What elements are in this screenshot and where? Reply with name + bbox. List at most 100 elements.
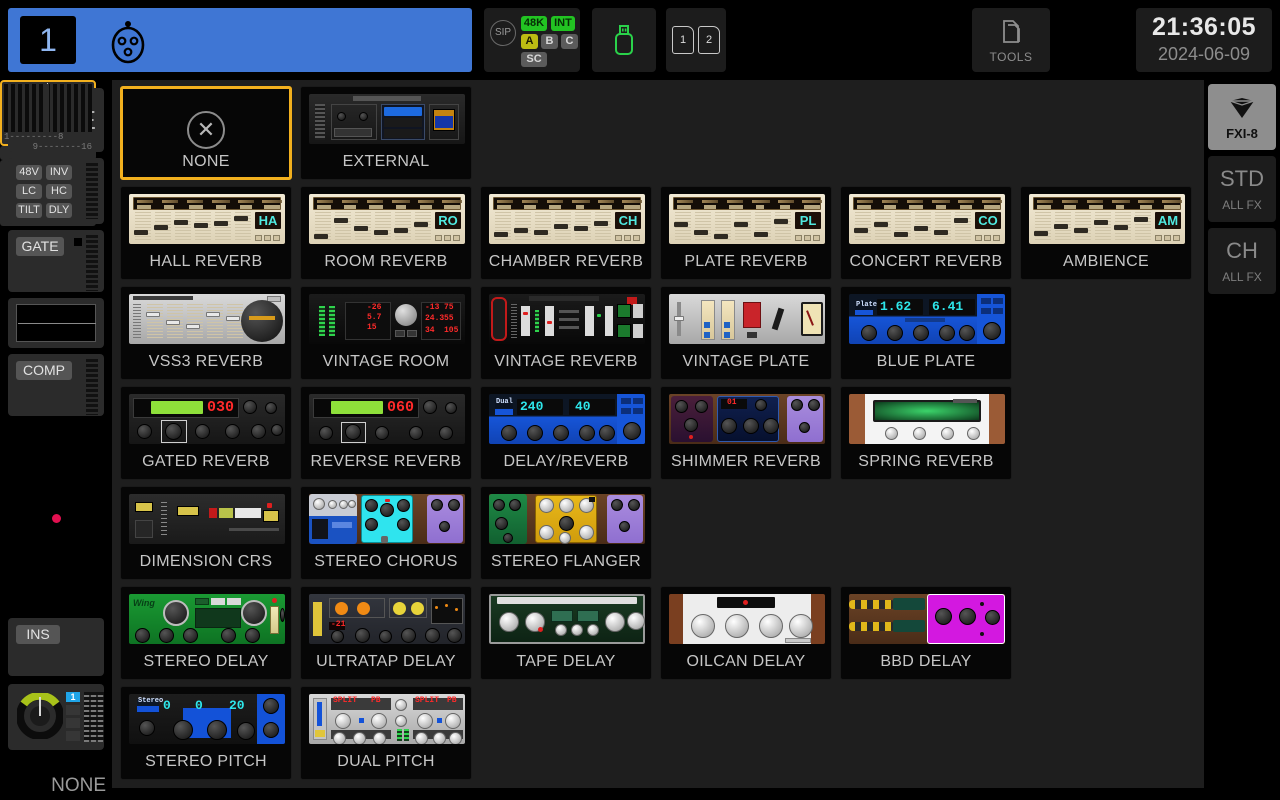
tilt-button[interactable]: TILT	[16, 203, 42, 218]
fx-thumbnail-gated-reverb: 030	[129, 394, 285, 444]
fx-tile-oilcan-delay[interactable]: OILCAN DELAY	[660, 586, 832, 680]
fx-tile-stereo-delay[interactable]: Wing	[120, 586, 292, 680]
gate-section[interactable]: GATE	[8, 230, 104, 292]
fx-thumb-badge: PL	[795, 212, 821, 229]
fx-tile-label: OILCAN DELAY	[661, 653, 831, 671]
fx-tile-none[interactable]: ✕ NONE	[120, 86, 292, 180]
gate-button[interactable]: GATE	[16, 237, 64, 256]
fx-thumbnail-vintage-room: -26 5.7 15 -13 75 24.3 55 34 105	[309, 294, 465, 344]
sample-rate-badge: 48K	[521, 16, 547, 31]
fx-tile-ultratap-delay[interactable]: -21 ULTRATAP DELAY	[300, 586, 472, 680]
fx-row-5: DIMENSION CRS	[120, 486, 1200, 586]
insert-button[interactable]: INS	[16, 625, 60, 644]
fx-thumbnail-vintage-plate	[669, 294, 825, 344]
phantom-48v-button[interactable]: 48V	[16, 165, 42, 180]
fx-tile-dual-pitch[interactable]: SPLIT PB SPLIT	[300, 686, 472, 780]
fx-thumb-value: 1.62	[880, 299, 911, 314]
layer-a-button[interactable]: A	[521, 34, 538, 49]
fx-thumb-badge: CO	[975, 212, 1001, 229]
meter-scale-left: 1---------8	[4, 132, 63, 142]
fx-tile-label: HALL REVERB	[121, 253, 291, 271]
sd-cards-panel[interactable]: 1 2	[666, 8, 726, 72]
fx-tile-stereo-chorus[interactable]: STEREO CHORUS	[300, 486, 472, 580]
gate-meter	[86, 235, 98, 291]
fx-thumb-value: 0	[195, 698, 203, 713]
fx-tile-label: DELAY/REVERB	[481, 453, 651, 471]
usb-button[interactable]	[592, 8, 656, 72]
sd-card-1[interactable]: 1	[672, 26, 694, 54]
preamp-section[interactable]: 48V INV LC HC TILT DLY	[8, 158, 104, 224]
fx-thumbnail-external	[309, 94, 465, 144]
compressor-section[interactable]: COMP	[8, 354, 104, 416]
sidechain-button[interactable]: SC	[521, 52, 547, 67]
fx-tile-external[interactable]: EXTERNAL	[300, 86, 472, 180]
layer-c-button[interactable]: C	[561, 34, 578, 49]
sd-card-2[interactable]: 2	[698, 26, 720, 54]
fx-tile-reverse-reverb[interactable]: 060 REVERSE REVERB	[300, 386, 472, 480]
fx-tile-dimension-crs[interactable]: DIMENSION CRS	[120, 486, 292, 580]
fx-thumb-value: 6.41	[932, 299, 963, 314]
dynamics-graph-section[interactable]	[8, 298, 104, 348]
pan-knob[interactable]	[17, 693, 63, 739]
clock-panel[interactable]: 21:36:05 2024-06-09	[1136, 8, 1272, 72]
fx-thumbnail-room-reverb: RO	[309, 194, 465, 244]
fx-tile-gated-reverb[interactable]: 030 GATED REVERB	[120, 386, 292, 480]
low-cut-button[interactable]: LC	[16, 184, 42, 199]
fx-thumbnail-stereo-chorus	[309, 494, 465, 544]
fx-thumbnail-stereo-delay: Wing	[129, 594, 285, 644]
fx-tile-room-reverb[interactable]: RO ROOM REVERB	[300, 186, 472, 280]
fx-tile-shimmer-reverb[interactable]: 01 SHIMMER REVERB	[660, 386, 832, 480]
fx-thumbnail-shimmer-reverb: 01	[669, 394, 825, 444]
insert-section[interactable]: INS	[8, 618, 104, 676]
delay-button[interactable]: DLY	[46, 203, 72, 218]
fx-tile-vintage-plate[interactable]: VINTAGE PLATE	[660, 286, 832, 380]
sip-button[interactable]: SIP	[490, 20, 516, 46]
fx-tile-vintage-reverb[interactable]: VINTAGE REVERB	[480, 286, 652, 380]
fx-tile-blue-plate[interactable]: Plate 1.62 6.41	[840, 286, 1012, 380]
fx-tile-bbd-delay[interactable]: BBD DELAY	[840, 586, 1012, 680]
tab-fx1-8-label: FXI-8	[1208, 126, 1276, 141]
bus-cell-4[interactable]	[66, 731, 80, 741]
fx-tile-hall-reverb[interactable]: HA HALL REVERB	[120, 186, 292, 280]
channel-number[interactable]: 1	[20, 16, 76, 64]
fx-tile-ambience[interactable]: AM AMBIENCE	[1020, 186, 1192, 280]
bus-cell-3[interactable]	[66, 718, 80, 728]
fx-tile-spring-reverb[interactable]: SPRING REVERB	[840, 386, 1012, 480]
fx-thumbnail-spring-reverb	[849, 394, 1005, 444]
tab-std-label: STD	[1208, 166, 1276, 192]
fx-tile-vss3-reverb[interactable]: VSS3 REVERB	[120, 286, 292, 380]
fx-tile-plate-reverb[interactable]: PL PLATE REVERB	[660, 186, 832, 280]
fx-row-1: ✕ NONE	[120, 86, 1200, 186]
fx-tile-label: DUAL PITCH	[301, 753, 471, 771]
comp-button[interactable]: COMP	[16, 361, 72, 380]
bus-send-meters	[84, 692, 104, 742]
bus-cell-2[interactable]	[66, 705, 80, 715]
fx-tile-concert-reverb[interactable]: CO CONCERT REVERB	[840, 186, 1012, 280]
pan-bus-section[interactable]: 1	[8, 684, 104, 750]
fx-tile-chamber-reverb[interactable]: CH CHAMBER REVERB	[480, 186, 652, 280]
fx-tile-tape-delay[interactable]: TAPE DELAY	[480, 586, 652, 680]
fx-library-panel: ✕ NONE	[112, 80, 1204, 788]
fx-row-3: VSS3 REVERB -26 5.7 15 -13	[120, 286, 1200, 386]
tab-ch-all-fx[interactable]: CH ALL FX	[1208, 228, 1276, 294]
fx-tile-vintage-room[interactable]: -26 5.7 15 -13 75 24.3 55 34 105	[300, 286, 472, 380]
fx-tile-delay-reverb[interactable]: Dual 240 40	[480, 386, 652, 480]
left-sidebar: HOME 48V INV LC HC TILT DLY GATE COMP	[0, 80, 112, 800]
channel-strip-header[interactable]: 1	[8, 8, 472, 72]
bus-meter-divider	[46, 84, 49, 132]
fx-tile-label: STEREO DELAY	[121, 653, 291, 671]
bus-assign-grid[interactable]: 1	[66, 692, 80, 742]
invert-button[interactable]: INV	[46, 165, 72, 180]
bus-cell-1[interactable]: 1	[66, 692, 80, 702]
fx-thumb-value: 030	[207, 399, 234, 416]
high-cut-button[interactable]: HC	[46, 184, 72, 199]
tab-std-all-fx[interactable]: STD ALL FX	[1208, 156, 1276, 222]
fx-tile-label: STEREO PITCH	[121, 753, 291, 771]
tools-button[interactable]: TOOLS	[972, 8, 1050, 72]
meter-scale-right: 9--------16	[33, 142, 92, 152]
tab-ch-sublabel: ALL FX	[1208, 270, 1276, 284]
fx-tile-stereo-flanger[interactable]: STEREO FLANGER	[480, 486, 652, 580]
tab-fx1-8[interactable]: FXI-8	[1208, 84, 1276, 150]
fx-tile-stereo-pitch[interactable]: Stereo 0 0 20 STEREO PITCH	[120, 686, 292, 780]
layer-b-button[interactable]: B	[541, 34, 558, 49]
